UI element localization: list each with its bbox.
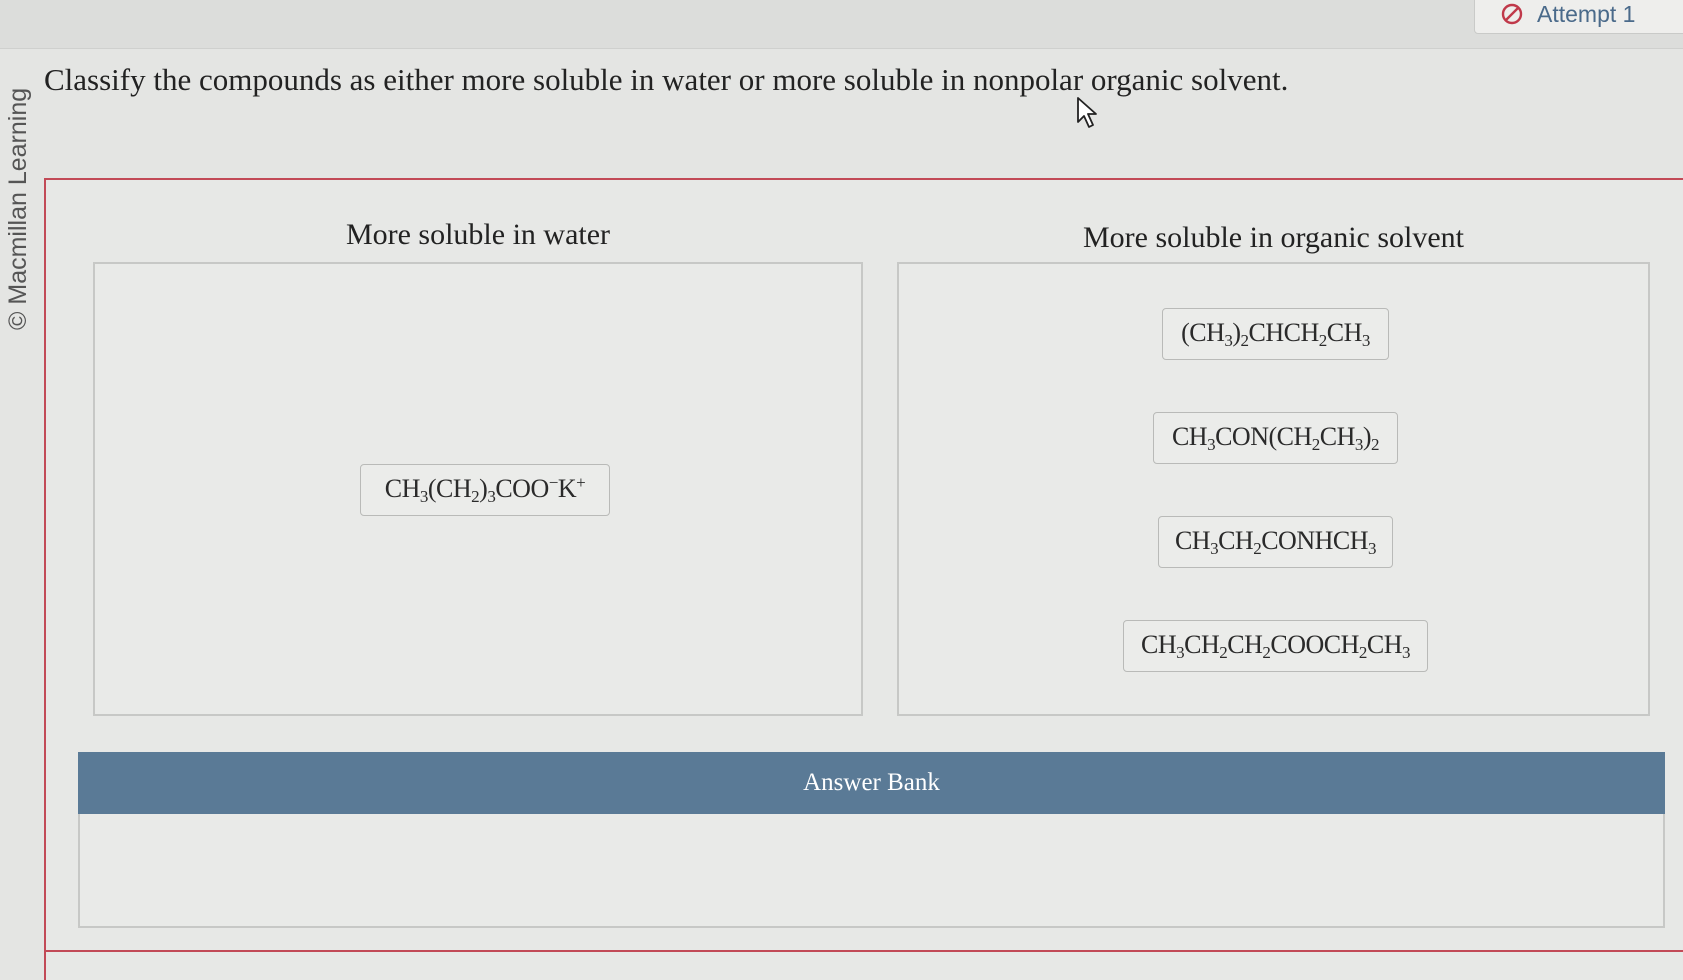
answer-bank-header: Answer Bank [78,752,1665,814]
bin-title-organic: More soluble in organic solvent [1082,221,1465,254]
question-prompt: Classify the compounds as either more so… [44,62,1289,97]
mouse-cursor-icon [1077,97,1097,128]
answer-bank-dropzone[interactable] [78,814,1665,928]
bin-water[interactable]: CH3(CH2)3COO−K+ [93,262,863,716]
chip-organic-3[interactable]: CH3CH2CH2COOCH2CH3 [1123,620,1428,672]
bin-organic[interactable]: (CH3)2CHCH2CH3 CH3CON(CH2CH3)2 CH3CH2CON… [897,262,1650,716]
chip-organic-0[interactable]: (CH3)2CHCH2CH3 [1162,308,1389,360]
bin-title-water: More soluble in water [345,218,611,251]
answer-bank-title: Answer Bank [803,769,940,796]
chip-organic-0-label: (CH3)2CHCH2CH3 [1181,317,1370,350]
chip-organic-1-label: CH3CON(CH2CH3)2 [1171,421,1380,454]
chip-organic-2-label: CH3CH2CONHCH3 [1174,525,1377,558]
workarea-bottom-border [44,950,1683,952]
copyright-credit: © Macmillan Learning [4,87,32,330]
chip-organic-2[interactable]: CH3CH2CONHCH3 [1158,516,1393,568]
attempt-label: Attempt 1 [1537,0,1636,27]
chip-water-0[interactable]: CH3(CH2)3COO−K+ [360,464,610,516]
prohibited-icon [1501,3,1523,25]
top-bar: Attempt 1 [0,0,1683,49]
chip-water-0-label: CH3(CH2)3COO−K+ [384,473,586,506]
chip-organic-1[interactable]: CH3CON(CH2CH3)2 [1153,412,1398,464]
chip-organic-3-label: CH3CH2CH2COOCH2CH3 [1140,629,1411,662]
attempt-indicator[interactable]: Attempt 1 [1474,0,1683,34]
